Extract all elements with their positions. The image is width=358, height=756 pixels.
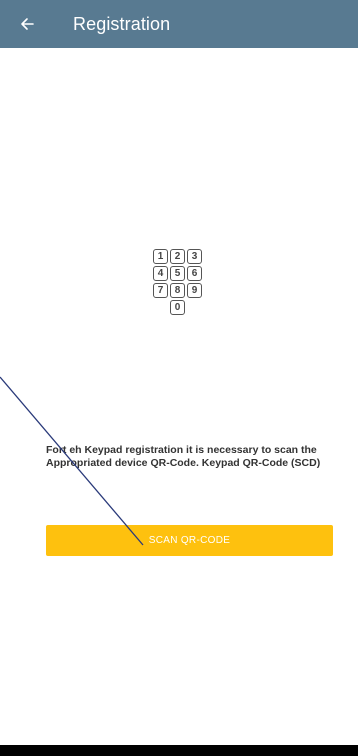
annotation-line	[0, 376, 144, 546]
back-button[interactable]	[20, 0, 50, 48]
keypad-key-9: 9	[187, 283, 202, 298]
keypad-key-8: 8	[170, 283, 185, 298]
keypad-key-4: 4	[153, 266, 168, 281]
navigation-bar	[0, 745, 358, 756]
app-bar: Registration	[0, 0, 358, 48]
keypad-key-1: 1	[153, 249, 168, 264]
keypad-key-6: 6	[187, 266, 202, 281]
keypad-key-0: 0	[170, 300, 185, 315]
keypad-key-3: 3	[187, 249, 202, 264]
keypad-key-2: 2	[170, 249, 185, 264]
info-text: Fort eh Keypad registration it is necess…	[46, 444, 321, 470]
keypad-key-7: 7	[153, 283, 168, 298]
keypad-key-5: 5	[170, 266, 185, 281]
scan-qr-code-button[interactable]: SCAN QR-CODE	[46, 525, 333, 556]
page-title: Registration	[73, 13, 171, 34]
arrow-left-icon	[21, 18, 34, 30]
